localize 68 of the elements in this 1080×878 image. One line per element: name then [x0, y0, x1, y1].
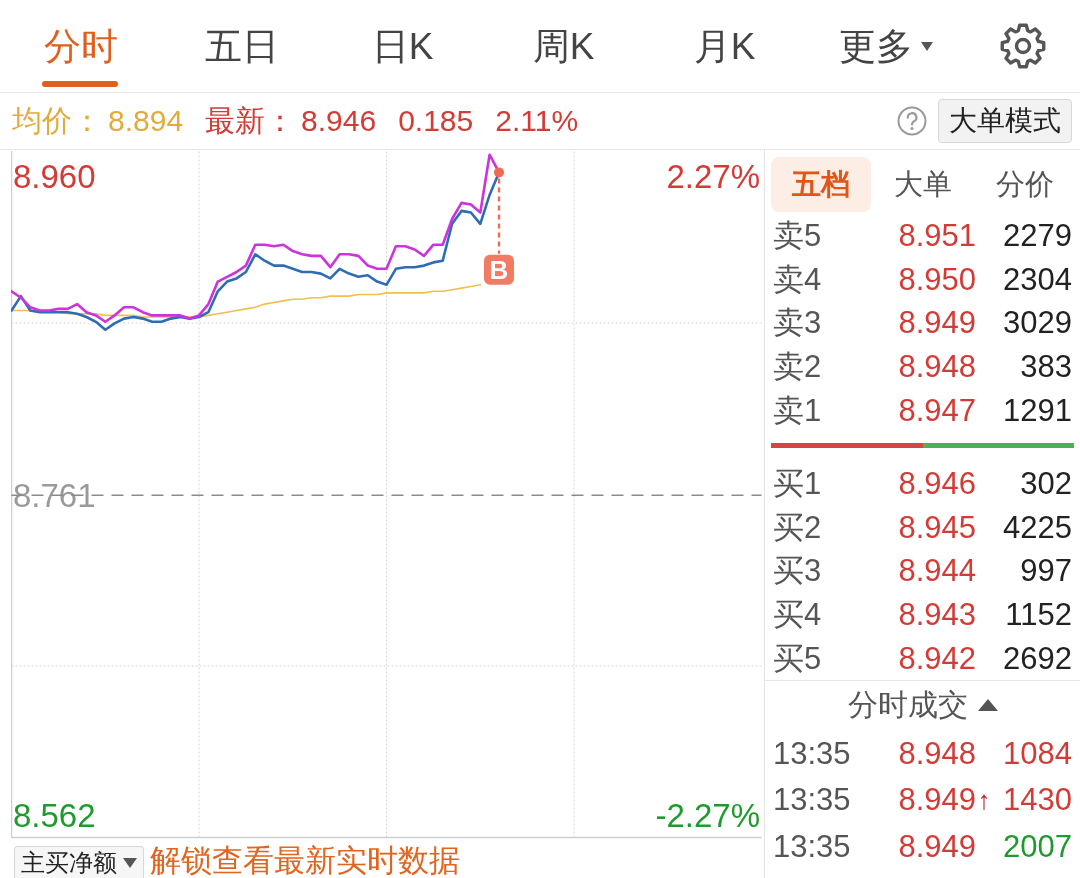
- ask-volume: 1291: [1002, 394, 1072, 426]
- ask-volume: 3029: [1002, 307, 1072, 339]
- indicator-dropdown[interactable]: 主买净额: [14, 846, 144, 878]
- ask-price: 8.951: [897, 220, 976, 252]
- settings-icon[interactable]: [999, 22, 1047, 70]
- bid-volume: 1152: [1004, 599, 1072, 631]
- percent-change: 2.11%: [495, 106, 579, 136]
- bid-volume: 302: [1019, 468, 1072, 500]
- y-axis-label: 8.761: [13, 477, 96, 515]
- tab[interactable]: 周K: [483, 0, 644, 92]
- bid-volume: 4225: [1002, 511, 1072, 543]
- ask-price: 8.947: [897, 394, 976, 426]
- bid-level: 买2: [773, 511, 823, 543]
- end-dot-icon: [494, 167, 504, 178]
- avg-price-value: 8.894: [108, 106, 184, 136]
- latest-price-value: 8.946: [301, 106, 377, 136]
- bid-level: 买1: [773, 468, 823, 500]
- ask-level: 卖3: [773, 307, 823, 339]
- trade-time: 13:35: [773, 830, 852, 862]
- avg-price-label: 均价：: [12, 106, 102, 136]
- panel-tab[interactable]: 分价: [975, 157, 1075, 212]
- trade-volume: 1084: [1002, 737, 1072, 769]
- ask-price: 8.949: [897, 307, 976, 339]
- latest-price-label: 最新：: [205, 106, 296, 136]
- y-axis-label: 8.960: [13, 157, 96, 195]
- bid-price: 8.943: [897, 599, 976, 631]
- percent-axis-label: 2.27%: [666, 157, 760, 195]
- bid-price: 8.944: [897, 555, 976, 587]
- tab[interactable]: 分时: [0, 0, 161, 92]
- ask-price: 8.950: [897, 263, 976, 295]
- caret-up-icon: [977, 699, 998, 712]
- bid-price: 8.942: [897, 642, 976, 674]
- ask-volume: 2304: [1002, 263, 1072, 295]
- ask-level: 卖4: [773, 263, 823, 295]
- bid-level: 买5: [773, 642, 823, 674]
- trade-volume: 2007: [1002, 830, 1072, 862]
- mode-button[interactable]: 大单模式: [938, 99, 1072, 143]
- ask-level: 卖1: [773, 394, 823, 426]
- caret-icon: [123, 857, 137, 868]
- ask-price: 8.948: [897, 351, 976, 383]
- tab[interactable]: 月K: [644, 0, 805, 92]
- ask-level: 卖5: [773, 220, 823, 252]
- percent-axis-label: -2.27%: [655, 797, 760, 834]
- trade-time: 13:35: [773, 737, 852, 769]
- panel-tab[interactable]: 大单: [873, 157, 973, 212]
- ask-volume: 2279: [1002, 220, 1072, 252]
- bid-level: 买4: [773, 599, 823, 631]
- ask-level: 卖2: [773, 351, 823, 383]
- bid-level: 买3: [773, 555, 823, 587]
- trade-price: 8.949: [897, 830, 976, 862]
- help-icon[interactable]: [897, 106, 927, 136]
- bid-price: 8.946: [897, 468, 976, 500]
- trade-price: 8.948: [897, 737, 976, 769]
- bid-volume: 2692: [1002, 642, 1072, 674]
- price-change: 0.185: [398, 106, 474, 136]
- bid-price: 8.945: [897, 511, 976, 543]
- tab[interactable]: 更多: [805, 0, 966, 92]
- trade-time: 13:35: [773, 784, 852, 816]
- trade-price: 8.949: [897, 784, 976, 816]
- bid-volume: 997: [1019, 555, 1072, 587]
- trades-toggle[interactable]: 分时成交: [847, 690, 998, 721]
- marker-badge: B: [484, 254, 514, 286]
- tab[interactable]: 日K: [322, 0, 483, 92]
- ask-volume: 383: [1019, 351, 1072, 383]
- trade-volume: 1430: [1002, 784, 1072, 816]
- trend-arrow: ↑: [976, 786, 992, 813]
- tab[interactable]: 五日: [161, 0, 322, 92]
- y-axis-label: 8.562: [13, 797, 96, 834]
